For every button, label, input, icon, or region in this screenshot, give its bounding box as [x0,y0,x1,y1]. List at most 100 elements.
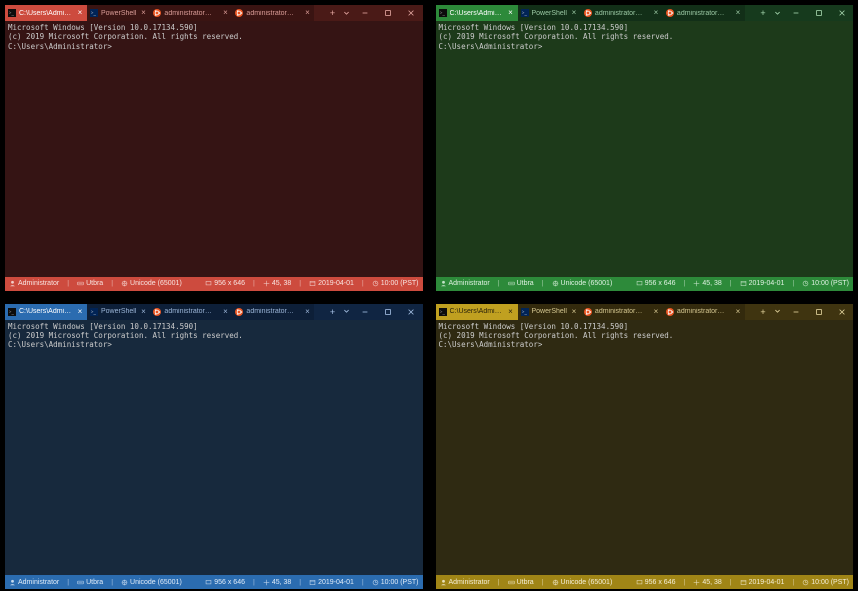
close-button[interactable] [400,304,423,320]
maximize-button[interactable] [377,304,400,320]
status-keyboard: Utbra [508,579,534,586]
minimize-button[interactable] [784,5,807,21]
terminal-line: Microsoft Windows [Version 10.0.17134.59… [439,23,851,32]
tab[interactable]: >_C:\Users\Administrat...× [5,5,87,21]
divider: | [253,579,255,586]
close-icon[interactable]: × [139,9,147,17]
status-encoding: Unicode (65001) [552,579,613,586]
tab[interactable]: >_PowerShell× [518,5,581,21]
divider: | [730,579,732,586]
tab[interactable]: >_C:\Users\Administrat...× [436,304,518,320]
new-tab-button[interactable]: + [756,304,770,320]
close-icon[interactable]: × [221,308,229,316]
tab[interactable]: administrator@DES...× [150,304,232,320]
status-position: 45, 38 [693,579,721,586]
minimize-button[interactable] [354,5,377,21]
status-keyboard-label: Utbra [517,280,534,287]
status-left: Administrator|Utbra|Unicode (65001) [440,579,613,586]
close-icon[interactable]: × [652,308,660,316]
close-icon[interactable]: × [303,308,311,316]
svg-text:>_: >_ [91,310,97,315]
chevron-down-icon[interactable] [770,5,784,21]
new-tab-button[interactable]: + [756,5,770,21]
status-time-label: 10:00 (PST) [381,280,419,287]
tab[interactable]: >_PowerShell× [87,5,150,21]
maximize-button[interactable] [807,304,830,320]
status-date-label: 2019-04-01 [749,579,785,586]
status-keyboard-label: Utbra [86,280,103,287]
chevron-down-icon[interactable] [340,304,354,320]
close-icon[interactable]: × [221,9,229,17]
new-tab-button[interactable]: + [326,5,340,21]
close-button[interactable] [830,5,853,21]
tab-strip: >_C:\Users\Administrat...×>_PowerShell×a… [5,5,326,21]
terminal-line: C:\Users\Administrator> [439,42,851,51]
tab-label: administrator@DES... [164,308,218,315]
chevron-down-icon[interactable] [340,5,354,21]
tab[interactable]: administrator@DES...× [150,5,232,21]
maximize-button[interactable] [377,5,400,21]
status-date: 2019-04-01 [740,280,785,287]
close-icon[interactable]: × [76,308,84,316]
status-date: 2019-04-01 [309,579,354,586]
terminal-output[interactable]: Microsoft Windows [Version 10.0.17134.59… [436,21,854,277]
cmd-icon: >_ [439,9,447,17]
close-icon[interactable]: × [139,308,147,316]
svg-text:>_: >_ [9,12,15,17]
terminal-output[interactable]: Microsoft Windows [Version 10.0.17134.59… [436,320,854,576]
tab[interactable]: >_C:\Users\Administrat...× [436,5,518,21]
divider: | [542,579,544,586]
status-left: Administrator|Utbra|Unicode (65001) [440,280,613,287]
close-icon[interactable]: × [570,9,578,17]
tab-label: administrator@DES... [677,308,731,315]
close-icon[interactable]: × [76,9,84,17]
close-icon[interactable]: × [734,308,742,316]
status-size: 956 x 646 [636,579,676,586]
new-tab-button[interactable]: + [326,304,340,320]
divider: | [67,280,69,287]
tab[interactable]: administrator@DES...× [232,5,314,21]
divider: | [683,280,685,287]
divider: | [792,579,794,586]
close-icon[interactable]: × [652,9,660,17]
close-icon[interactable]: × [507,9,515,17]
status-bar: Administrator|Utbra|Unicode (65001)956 x… [5,575,423,589]
tab-label: PowerShell [532,10,567,17]
status-left: Administrator|Utbra|Unicode (65001) [9,579,182,586]
status-time-label: 10:00 (PST) [811,280,849,287]
terminal-output[interactable]: Microsoft Windows [Version 10.0.17134.59… [5,21,423,277]
tab[interactable]: administrator@DES...× [232,304,314,320]
chevron-down-icon[interactable] [770,304,784,320]
close-button[interactable] [830,304,853,320]
minimize-button[interactable] [784,304,807,320]
tab[interactable]: administrator@DES...× [663,5,745,21]
close-icon[interactable]: × [507,308,515,316]
maximize-button[interactable] [807,5,830,21]
status-time: 10:00 (PST) [372,579,419,586]
tab[interactable]: >_PowerShell× [518,304,581,320]
tab[interactable]: administrator@DES...× [663,304,745,320]
status-position: 45, 38 [693,280,721,287]
terminal-output[interactable]: Microsoft Windows [Version 10.0.17134.59… [5,320,423,576]
terminal-line: Microsoft Windows [Version 10.0.17134.59… [439,322,851,331]
svg-text:>_: >_ [439,310,445,315]
status-time: 10:00 (PST) [372,280,419,287]
tab[interactable]: >_PowerShell× [87,304,150,320]
cmd-icon: >_ [8,9,16,17]
svg-text:>_: >_ [521,310,527,315]
tab-label: administrator@DES... [595,10,649,17]
status-size: 956 x 646 [636,280,676,287]
tab[interactable]: >_C:\Users\Administrat...× [5,304,87,320]
status-size: 956 x 646 [205,280,245,287]
window-controls [784,304,853,320]
close-icon[interactable]: × [734,9,742,17]
close-button[interactable] [400,5,423,21]
close-icon[interactable]: × [570,308,578,316]
svg-text:>_: >_ [91,12,97,17]
status-user-label: Administrator [449,579,490,586]
tab[interactable]: administrator@DES...× [581,5,663,21]
close-icon[interactable]: × [303,9,311,17]
minimize-button[interactable] [354,304,377,320]
tab[interactable]: administrator@DES...× [581,304,663,320]
svg-text:>_: >_ [439,12,445,17]
